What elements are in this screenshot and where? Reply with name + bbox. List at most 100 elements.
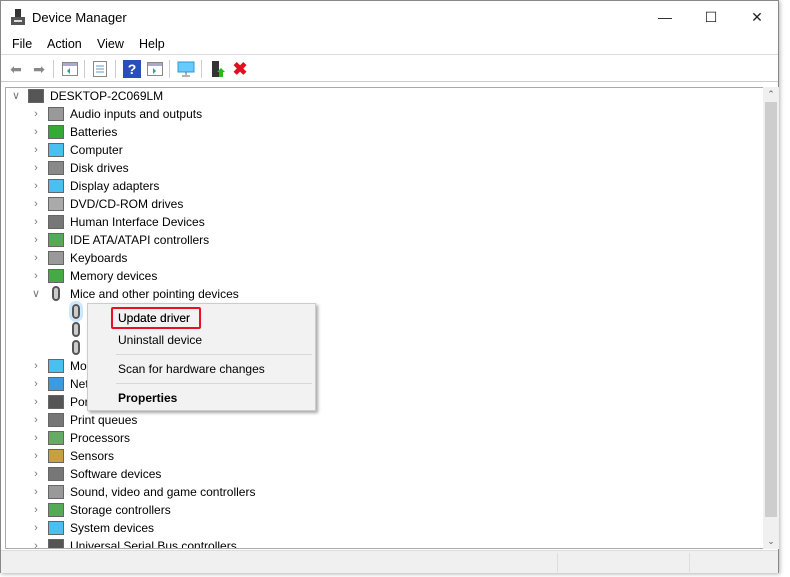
expand-chevron-icon[interactable]: › (30, 447, 42, 465)
expand-chevron-icon[interactable]: › (30, 159, 42, 177)
tree-item-label: Audio inputs and outputs (70, 107, 203, 121)
title-bar: Device Manager — ☐ ✕ (1, 1, 778, 33)
disk-icon (48, 161, 64, 175)
tree-item[interactable]: › DVD/CD-ROM drives (6, 195, 763, 213)
vertical-scrollbar[interactable]: ⌃ ⌄ (763, 87, 779, 549)
tree-item-label: Keyboards (70, 251, 128, 265)
help-icon[interactable]: ? (123, 60, 141, 78)
hid-icon (48, 215, 64, 229)
expand-chevron-icon[interactable]: › (30, 519, 42, 537)
window-title: Device Manager (32, 10, 127, 25)
expand-chevron-icon[interactable]: › (30, 105, 42, 123)
tree-item[interactable]: › Disk drives (6, 159, 763, 177)
properties-icon[interactable] (91, 60, 109, 78)
tree-item-label: Display adapters (70, 179, 160, 193)
expand-chevron-icon[interactable]: › (30, 141, 42, 159)
expand-chevron-icon[interactable]: › (30, 123, 42, 141)
tree-item[interactable]: › Sensors (6, 447, 763, 465)
expand-chevron-icon[interactable]: › (30, 249, 42, 267)
tree-item[interactable]: › Print queues (6, 411, 763, 429)
tree-item[interactable]: › Storage controllers (6, 501, 763, 519)
menu-action[interactable]: Action (47, 37, 82, 51)
status-bar (1, 550, 778, 573)
toolbar-separator (84, 60, 85, 78)
network-icon (48, 377, 64, 391)
collapse-chevron-icon[interactable]: ∨ (10, 88, 22, 105)
menu-item-properties[interactable]: Properties (118, 391, 177, 405)
battery-icon (48, 125, 64, 139)
scrollbar-thumb[interactable] (765, 102, 777, 517)
tree-item-label: DESKTOP-2C069LM (50, 89, 164, 103)
expand-chevron-icon[interactable]: › (30, 177, 42, 195)
cpu-icon (48, 431, 64, 445)
expand-chevron-icon[interactable]: › (30, 393, 42, 411)
tree-item[interactable]: › Processors (6, 429, 763, 447)
tree-item[interactable]: › Memory devices (6, 267, 763, 285)
expand-chevron-icon[interactable]: › (30, 357, 42, 375)
tree-item-label: Human Interface Devices (70, 215, 205, 229)
maximize-button[interactable]: ☐ (688, 1, 734, 33)
tree-item-label: Processors (70, 431, 131, 445)
mouse-icon (69, 301, 83, 322)
tree-item[interactable]: › Sound, video and game controllers (6, 483, 763, 501)
highlight-box: Update driver (111, 307, 201, 329)
update-driver-icon[interactable] (209, 60, 227, 78)
close-button[interactable]: ✕ (734, 1, 780, 33)
tree-item[interactable]: › Software devices (6, 465, 763, 483)
action-pane-icon[interactable] (146, 60, 164, 78)
forward-icon[interactable]: ➡ (30, 60, 48, 78)
menu-item-uninstall-device[interactable]: Uninstall device (118, 333, 202, 347)
tree-item[interactable]: › Batteries (6, 123, 763, 141)
status-pane (557, 553, 558, 572)
expand-chevron-icon[interactable]: › (30, 429, 42, 447)
minimize-button[interactable]: — (642, 1, 688, 33)
tree-root-computer[interactable]: ∨ DESKTOP-2C069LM (6, 88, 763, 105)
menu-help[interactable]: Help (139, 37, 165, 51)
tree-item[interactable]: ∨ Mice and other pointing devices (6, 285, 763, 303)
mouse-icon (52, 286, 60, 301)
expand-chevron-icon[interactable]: › (30, 375, 42, 393)
menu-bar: File Action View Help (1, 34, 778, 55)
tree-item[interactable]: › Universal Serial Bus controllers (6, 537, 763, 549)
tree-item[interactable]: › Human Interface Devices (6, 213, 763, 231)
expand-chevron-icon[interactable]: › (30, 537, 42, 548)
expand-chevron-icon[interactable]: › (30, 483, 42, 501)
tree-item[interactable]: › IDE ATA/ATAPI controllers (6, 231, 763, 249)
tree-item[interactable]: › Keyboards (6, 249, 763, 267)
expand-chevron-icon[interactable]: › (30, 213, 42, 231)
toolbar-separator (169, 60, 170, 78)
tree-item[interactable]: › System devices (6, 519, 763, 537)
scroll-down-arrow[interactable]: ⌄ (763, 536, 779, 547)
expand-chevron-icon[interactable]: › (30, 231, 42, 249)
show-hide-console-tree-icon[interactable] (61, 60, 79, 78)
toolbar-separator (201, 60, 202, 78)
scroll-up-arrow[interactable]: ⌃ (763, 89, 779, 100)
software-icon (48, 467, 64, 481)
monitor-icon (48, 143, 64, 157)
monitor-icon (48, 179, 64, 193)
tree-item[interactable]: › Audio inputs and outputs (6, 105, 763, 123)
back-icon[interactable]: ⬅ (7, 60, 25, 78)
menu-file[interactable]: File (12, 37, 32, 51)
usb-icon (48, 539, 64, 548)
uninstall-icon[interactable]: ✖ (231, 59, 249, 79)
highlighted-item-label: Update driver (118, 311, 191, 325)
tree-item-label: Software devices (70, 467, 162, 481)
expand-chevron-icon[interactable]: › (30, 465, 42, 483)
collapse-chevron-icon[interactable]: ∨ (30, 285, 42, 303)
menu-item-scan-hardware[interactable]: Scan for hardware changes (118, 362, 265, 376)
scan-hardware-icon[interactable] (177, 60, 195, 78)
tree-item-label: Sound, video and game controllers (70, 485, 256, 499)
tree-item-label: Universal Serial Bus controllers (70, 539, 237, 549)
expand-chevron-icon[interactable]: › (30, 501, 42, 519)
expand-chevron-icon[interactable]: › (30, 411, 42, 429)
expand-chevron-icon[interactable]: › (30, 267, 42, 285)
expand-chevron-icon[interactable]: › (30, 195, 42, 213)
tree-item[interactable]: › Computer (6, 141, 763, 159)
memory-icon (48, 269, 64, 283)
device-manager-icon (11, 9, 25, 25)
tree-item-label: System devices (70, 521, 155, 535)
tree-item[interactable]: › Display adapters (6, 177, 763, 195)
menu-view[interactable]: View (97, 37, 124, 51)
ide-icon (48, 233, 64, 247)
